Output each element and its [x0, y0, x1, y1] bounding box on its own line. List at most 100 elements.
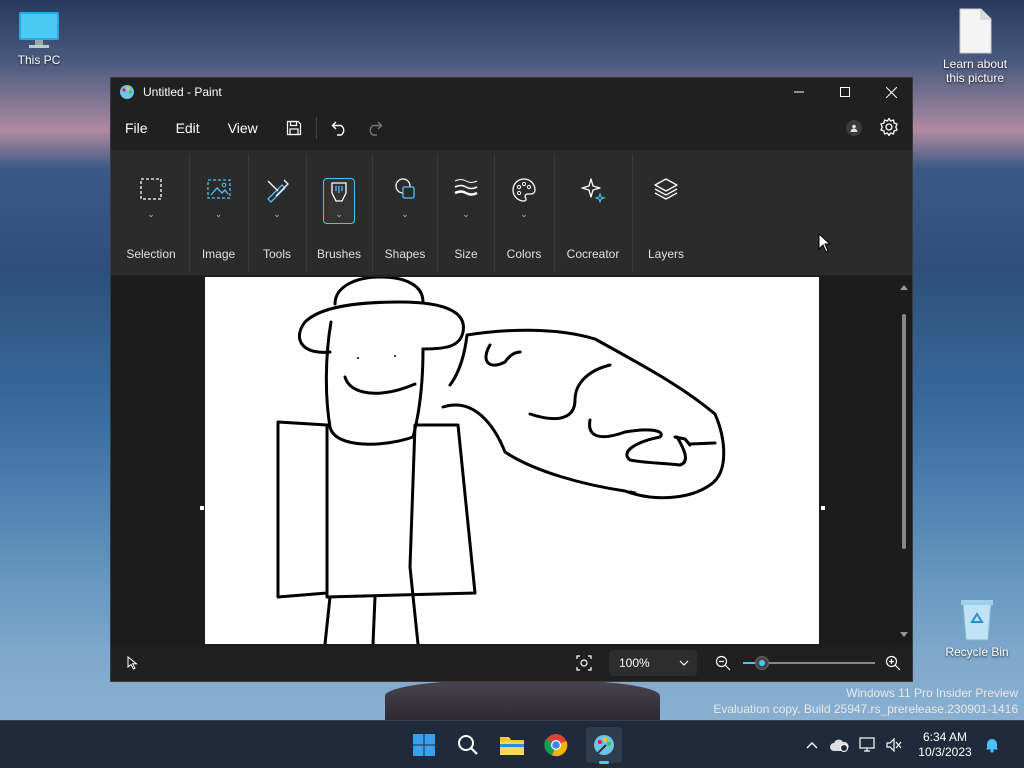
menu-view[interactable]: View [214, 112, 272, 144]
desktop-label-learn-line2: this picture [945, 71, 1005, 85]
minimize-button[interactable] [776, 78, 822, 106]
chevron-down-icon: ⌄ [335, 209, 343, 219]
stroke-fish-letter-u [588, 418, 687, 467]
ribbon-group-brushes[interactable]: ⌄ Brushes [308, 151, 370, 276]
chevron-down-icon: ⌄ [147, 209, 155, 219]
canvas-resize-handle-right[interactable] [821, 506, 825, 510]
selection-icon [140, 178, 162, 200]
chrome-button[interactable] [542, 731, 570, 759]
menu-file[interactable]: File [111, 112, 162, 144]
vertical-scrollbar[interactable] [899, 279, 909, 641]
ribbon-group-colors[interactable]: ⌄ Colors [496, 151, 552, 276]
gear-icon [880, 117, 898, 137]
account-button[interactable] [846, 120, 862, 136]
ribbon-group-shapes[interactable]: ⌄ Shapes [374, 151, 436, 276]
scroll-down-arrow-icon [900, 632, 908, 637]
shapes-icon [395, 178, 415, 199]
ribbon-label-image: Image [201, 247, 236, 261]
search-button[interactable] [454, 731, 482, 759]
chevron-down-icon: ⌄ [273, 209, 281, 219]
system-tray: 6:34 AM 10/3/2023 [800, 721, 1004, 768]
paint-icon [594, 735, 614, 755]
zoom-level-dropdown[interactable]: 100% [609, 650, 697, 676]
desktop-icon-recycle-bin[interactable]: Recycle Bin [940, 596, 1014, 659]
zoom-slider-thumb-center [759, 660, 765, 666]
ribbon-separator [437, 154, 438, 272]
image-icon [206, 179, 231, 199]
desktop-icon-learn-about-picture[interactable]: Learn about this picture [938, 8, 1012, 85]
cloud-icon [830, 739, 849, 752]
save-icon [286, 120, 301, 136]
zoom-slider[interactable] [743, 656, 875, 670]
brush-icon [331, 182, 347, 202]
zoom-in-button[interactable] [885, 655, 901, 671]
sparkle-icon [581, 178, 606, 203]
ribbon-group-tools[interactable]: ⌄ Tools [250, 151, 304, 276]
file-explorer-button[interactable] [498, 731, 526, 759]
chevron-down-icon: ⌄ [214, 209, 223, 219]
status-bar: 100% [111, 645, 912, 681]
ribbon-group-selection[interactable]: ⌄ Selection [119, 151, 183, 276]
paint-taskbar-button[interactable] [586, 727, 622, 764]
stroke-hat-brim [297, 300, 465, 354]
document-icon [959, 8, 992, 54]
show-hidden-icons-button[interactable] [800, 741, 824, 749]
mouse-cursor [818, 233, 832, 253]
volume-button[interactable] [882, 738, 906, 752]
settings-button[interactable] [879, 117, 901, 139]
stroke-fish-fin [484, 343, 522, 367]
notifications-button[interactable] [980, 737, 1004, 753]
canvas-resize-handle-left[interactable] [200, 506, 204, 510]
desktop-icon-this-pc[interactable]: This PC [12, 10, 66, 67]
recycle-bin-icon [961, 600, 993, 641]
clock[interactable]: 6:34 AM 10/3/2023 [910, 730, 980, 760]
drawing-canvas[interactable] [205, 275, 819, 646]
ribbon-separator [632, 154, 633, 272]
zoom-slider-thumb[interactable] [755, 656, 769, 670]
layers-icon [654, 178, 678, 200]
onedrive-button[interactable] [824, 738, 854, 752]
window-title: Untitled - Paint [143, 85, 222, 99]
scroll-thumb[interactable] [902, 314, 906, 549]
chevron-down-icon: ⌄ [520, 209, 528, 219]
menu-bar: File Edit View [111, 108, 912, 148]
size-icon [454, 179, 478, 196]
ribbon-group-cocreator[interactable]: Cocreator [558, 151, 628, 276]
watermark-line2: Evaluation copy. Build 25947.rs_prerelea… [713, 702, 1018, 716]
fit-to-window-button[interactable] [576, 655, 592, 671]
start-icon [413, 734, 435, 756]
clock-time: 6:34 AM [922, 730, 968, 744]
bell-icon [986, 739, 998, 753]
maximize-icon [840, 87, 850, 97]
file-explorer-icon [500, 737, 524, 755]
zoom-out-button[interactable] [715, 655, 731, 671]
start-button[interactable] [410, 731, 438, 759]
chevron-down-icon: ⌄ [462, 209, 470, 219]
stroke-hat-crown [333, 275, 425, 306]
save-button[interactable] [278, 112, 310, 144]
canvas-workspace [111, 275, 912, 647]
maximize-button[interactable] [822, 78, 868, 106]
ribbon-label-selection: Selection [126, 247, 176, 261]
stroke-face [324, 320, 425, 446]
ribbon-separator [306, 154, 307, 272]
menu-edit[interactable]: Edit [162, 112, 214, 144]
network-button[interactable] [854, 737, 882, 753]
ribbon-group-layers[interactable]: Layers [634, 151, 698, 276]
desktop-label-learn-line1: Learn about [942, 57, 1008, 71]
close-button[interactable] [868, 78, 914, 106]
cursor-position-icon [127, 656, 138, 670]
stroke-fish-letter-j [528, 363, 612, 421]
account-icon [850, 124, 858, 132]
redo-icon [369, 121, 383, 136]
undo-button[interactable] [323, 112, 357, 144]
ribbon-group-image[interactable]: ⌄ Image [191, 151, 246, 276]
monitor-icon [19, 12, 59, 48]
ribbon-group-size[interactable]: ⌄ Size [439, 151, 493, 276]
redo-button[interactable] [357, 112, 391, 144]
scroll-up-arrow-icon [900, 285, 908, 290]
search-icon [458, 735, 478, 755]
minimize-icon [794, 91, 804, 93]
paint-app-icon [120, 85, 134, 99]
taskbar: 6:34 AM 10/3/2023 [0, 720, 1024, 768]
